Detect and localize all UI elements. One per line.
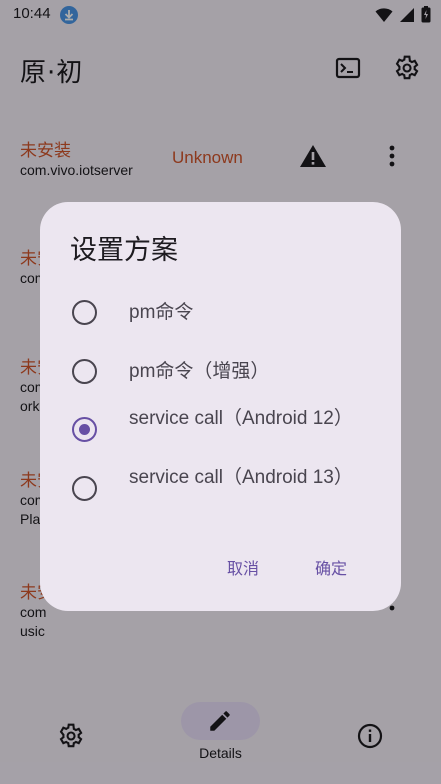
dialog-actions: 取消 确定 bbox=[40, 555, 401, 579]
confirm-button[interactable]: 确定 bbox=[315, 555, 347, 579]
radio-button-selected[interactable] bbox=[72, 417, 97, 442]
option-label: service call（Android 13） bbox=[129, 467, 353, 488]
option-label: pm命令（增强） bbox=[129, 361, 270, 382]
option-pm-command[interactable]: pm命令 bbox=[40, 300, 401, 352]
dialog-title: 设置方案 bbox=[70, 235, 178, 266]
option-label: pm命令 bbox=[129, 302, 194, 323]
option-label: service call（Android 12） bbox=[129, 408, 353, 429]
radio-button[interactable] bbox=[72, 300, 97, 325]
radio-button[interactable] bbox=[72, 476, 97, 501]
option-service-call-android-13[interactable]: service call（Android 13） bbox=[40, 467, 401, 528]
option-pm-command-enhanced[interactable]: pm命令（增强） bbox=[40, 359, 401, 411]
scheme-dialog: 设置方案 pm命令 pm命令（增强） service call（Android … bbox=[40, 202, 401, 611]
option-service-call-android-12[interactable]: service call（Android 12） bbox=[40, 408, 401, 469]
cancel-button[interactable]: 取消 bbox=[227, 555, 259, 579]
radio-button[interactable] bbox=[72, 359, 97, 384]
